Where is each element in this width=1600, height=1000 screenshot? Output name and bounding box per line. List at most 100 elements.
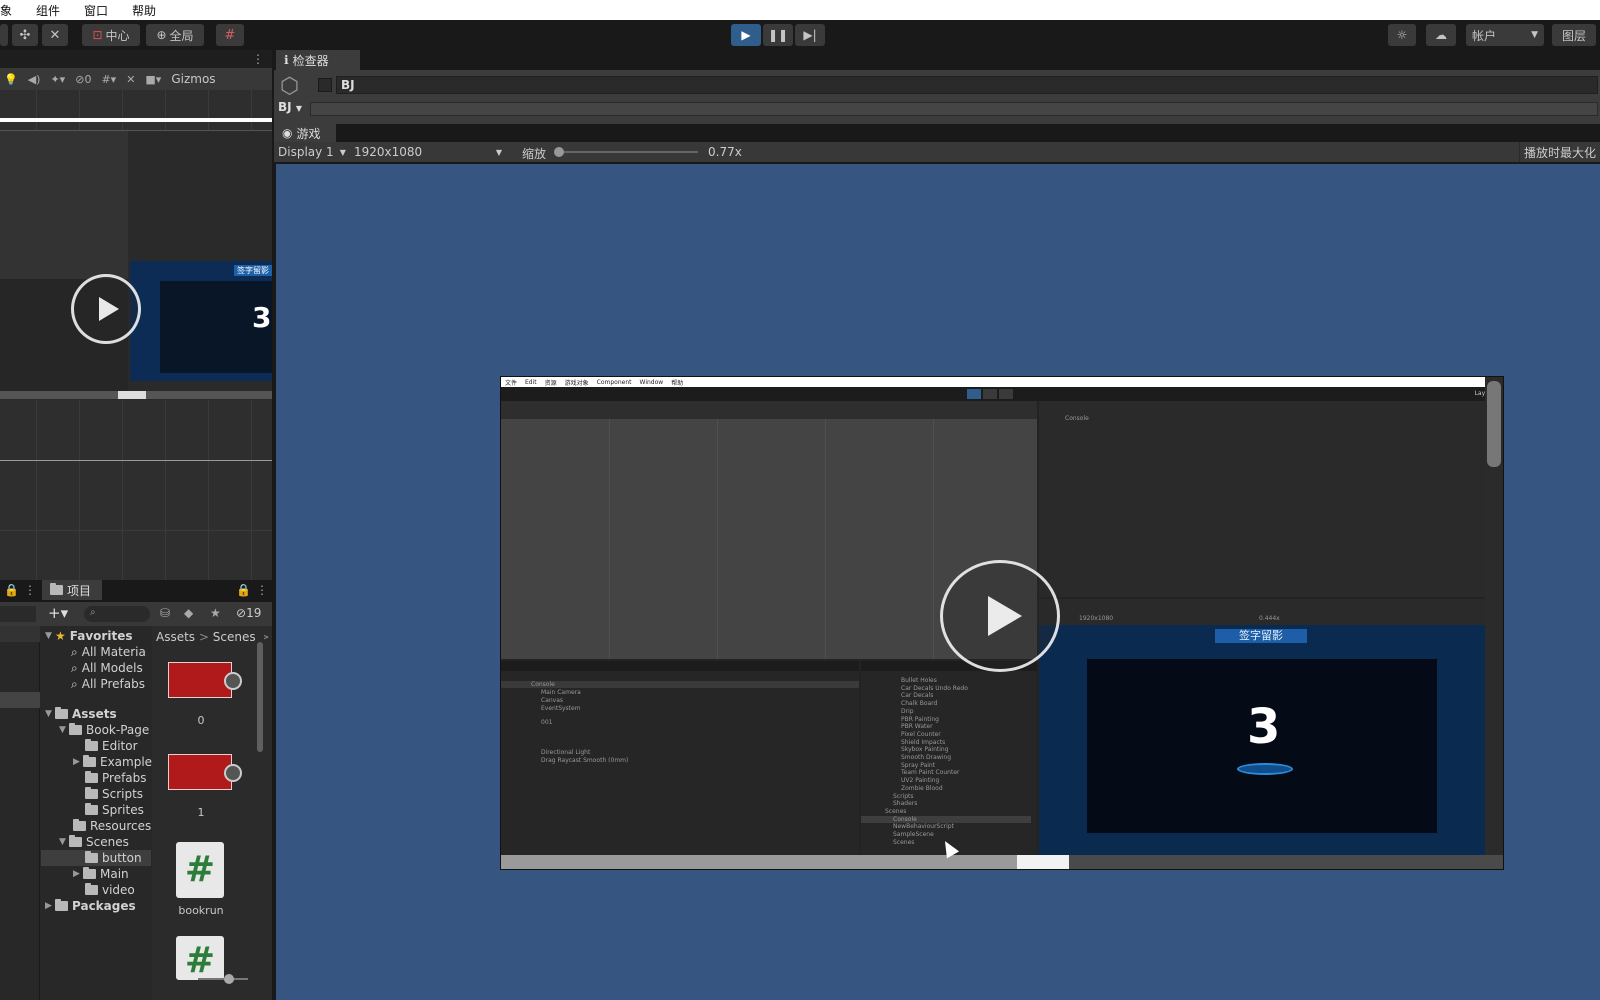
- tab-inspector[interactable]: ℹ 检查器: [276, 50, 360, 70]
- nested-project-item: Shaders: [893, 800, 918, 808]
- pivot-label: 中心: [105, 28, 130, 43]
- grid-icon[interactable]: #▾: [101, 73, 116, 86]
- project-search-input[interactable]: ⌕: [84, 606, 150, 622]
- filter-label-icon[interactable]: ◆: [184, 606, 193, 620]
- custom-tool-button[interactable]: ✕: [42, 24, 68, 46]
- tab-game[interactable]: ◉ 游戏: [274, 124, 336, 142]
- tree-main[interactable]: ▶ Main: [73, 866, 129, 882]
- active-checkbox[interactable]: [318, 78, 332, 92]
- tree-scenes[interactable]: ▼ Scenes: [59, 834, 129, 850]
- asset-scrollbar[interactable]: [256, 632, 264, 962]
- maximize-on-play-toggle[interactable]: 播放时最大化: [1518, 142, 1600, 162]
- asset-item[interactable]: 0: [168, 662, 242, 728]
- nested-project-item: Chalk Board: [901, 700, 938, 708]
- tree-video[interactable]: video: [85, 882, 135, 898]
- grid-snap-button[interactable]: #: [216, 24, 244, 46]
- asset-item[interactable]: #: [176, 936, 224, 980]
- project-tabbar: 🔒 ⋮ 项目 🔒 ⋮: [0, 580, 272, 602]
- lock-icon[interactable]: 🔒: [4, 583, 19, 597]
- tree-example[interactable]: ▶ Example: [73, 754, 152, 770]
- tree-fav-all-models[interactable]: ⌕ All Models: [71, 660, 143, 676]
- tag-dropdown[interactable]: BJ ▼: [278, 100, 306, 118]
- hidden-objects-toggle[interactable]: ⊘0: [75, 73, 91, 86]
- breadcrumb-item[interactable]: Assets: [156, 630, 195, 644]
- hierarchy-search[interactable]: [0, 606, 36, 622]
- tree-assets[interactable]: ▼ Assets: [45, 706, 117, 722]
- tree-item-label: Resources: [90, 819, 152, 833]
- play-button[interactable]: ▶: [731, 24, 761, 46]
- folder-icon: [55, 707, 68, 719]
- pause-button[interactable]: ❚❚: [763, 24, 793, 46]
- scene-viewport[interactable]: 签字留影 3: [0, 90, 272, 580]
- star-icon[interactable]: ★: [210, 606, 221, 620]
- tree-editor[interactable]: Editor: [85, 738, 138, 754]
- menu-item-window[interactable]: 窗口: [78, 2, 114, 19]
- breadcrumb-item[interactable]: Scenes: [213, 630, 256, 644]
- nested-countdown-number: 3: [1247, 699, 1281, 755]
- object-name-field[interactable]: BJ: [336, 76, 1598, 94]
- menu-item-help[interactable]: 帮助: [126, 2, 162, 19]
- tree-favorites[interactable]: ▼ ★ Favorites: [45, 628, 132, 644]
- tab-project[interactable]: 项目: [42, 580, 102, 600]
- tree-scripts[interactable]: Scripts: [85, 786, 143, 802]
- cloud-button[interactable]: ☁: [1426, 24, 1456, 46]
- tree-button[interactable]: button: [85, 850, 142, 866]
- asset-label: 1: [197, 806, 205, 819]
- scale-tool-button[interactable]: ✣: [12, 24, 38, 46]
- selected-row[interactable]: [0, 692, 40, 708]
- menu-item-component[interactable]: 组件: [30, 2, 66, 19]
- nested-menu-item: 文件: [505, 379, 518, 387]
- account-dropdown[interactable]: 帐户 ▼: [1466, 24, 1544, 46]
- step-button[interactable]: ▶|: [795, 24, 825, 46]
- global-toggle[interactable]: ⊕ 全局: [146, 24, 204, 46]
- tree-item-label: All Materia: [81, 645, 146, 659]
- lock-icon[interactable]: 🔒: [236, 583, 251, 597]
- menu-item-gameobject[interactable]: 象: [0, 2, 18, 19]
- tree-item-label: Book-Page: [86, 723, 150, 737]
- nested-game-screen: 3: [1087, 659, 1437, 833]
- video-play-overlay[interactable]: [71, 274, 141, 344]
- asset-item[interactable]: # bookrun: [168, 842, 234, 922]
- tree-book-page[interactable]: ▼ Book-Page: [59, 722, 149, 738]
- tools-icon[interactable]: ✕: [126, 73, 135, 86]
- scene-mini-number: 3: [252, 301, 272, 334]
- hidden-packages-toggle[interactable]: ⊘19: [236, 606, 261, 620]
- pause-icon: ❚❚: [767, 28, 789, 42]
- camera-icon[interactable]: ■▾: [145, 73, 161, 86]
- nested-project-item: Scenes: [885, 807, 907, 815]
- chevron-right-icon: ▶: [73, 757, 80, 767]
- filter-type-icon[interactable]: ⛁: [160, 606, 170, 620]
- thumbnail-size-slider[interactable]: [198, 974, 248, 984]
- asset-item[interactable]: 1: [168, 754, 242, 820]
- folder-icon: [85, 787, 98, 799]
- tree-resources[interactable]: Resources: [73, 818, 151, 834]
- gizmos-dropdown[interactable]: Gizmos: [171, 72, 215, 86]
- services-button[interactable]: ☼: [1388, 24, 1416, 46]
- display-dropdown[interactable]: Display 1 ▼: [274, 142, 348, 162]
- game-viewport[interactable]: 文件 Edit 资源 游戏对象 Component Window 帮助 Layo…: [276, 164, 1600, 1000]
- audio-icon[interactable]: ◀): [28, 73, 41, 86]
- layers-dropdown[interactable]: 图层: [1552, 24, 1596, 46]
- more-menu-icon[interactable]: ⋮: [256, 583, 268, 597]
- video-play-overlay[interactable]: [940, 560, 1060, 672]
- tree-sprites[interactable]: Sprites: [85, 802, 144, 818]
- tree-packages[interactable]: ▶ Packages: [45, 898, 136, 914]
- nested-hierarchy: Console Main Camera Canvas EventSystem 0…: [501, 661, 859, 869]
- tree-item-label: Scenes: [86, 835, 129, 849]
- effects-icon[interactable]: ✦▾: [50, 73, 65, 86]
- add-asset-button[interactable]: +▾: [48, 604, 68, 622]
- more-menu-icon[interactable]: ⋮: [252, 52, 264, 66]
- tool-cut-button[interactable]: [0, 24, 8, 46]
- resolution-label: 1920x1080: [354, 145, 423, 159]
- tree-fav-all-materials[interactable]: ⌕ All Materia: [71, 644, 146, 660]
- tree-prefabs[interactable]: Prefabs: [85, 770, 147, 786]
- light-icon[interactable]: 💡: [4, 73, 18, 86]
- scale-slider[interactable]: [554, 147, 698, 157]
- resolution-dropdown[interactable]: 1920x1080 ▼: [350, 142, 506, 162]
- pivot-toggle[interactable]: ⊡ 中心: [82, 24, 140, 46]
- more-menu-icon[interactable]: ⋮: [24, 583, 36, 597]
- project-panel: 🔒 ⋮ 项目 🔒 ⋮ +▾ ⌕ ⛁ ◆ ★ ⊘19 ▼ ★ Favorites …: [0, 580, 272, 1000]
- tree-fav-all-prefabs[interactable]: ⌕ All Prefabs: [71, 676, 145, 692]
- wrench-icon: ✕: [49, 27, 61, 43]
- nested-play-button: [967, 389, 981, 399]
